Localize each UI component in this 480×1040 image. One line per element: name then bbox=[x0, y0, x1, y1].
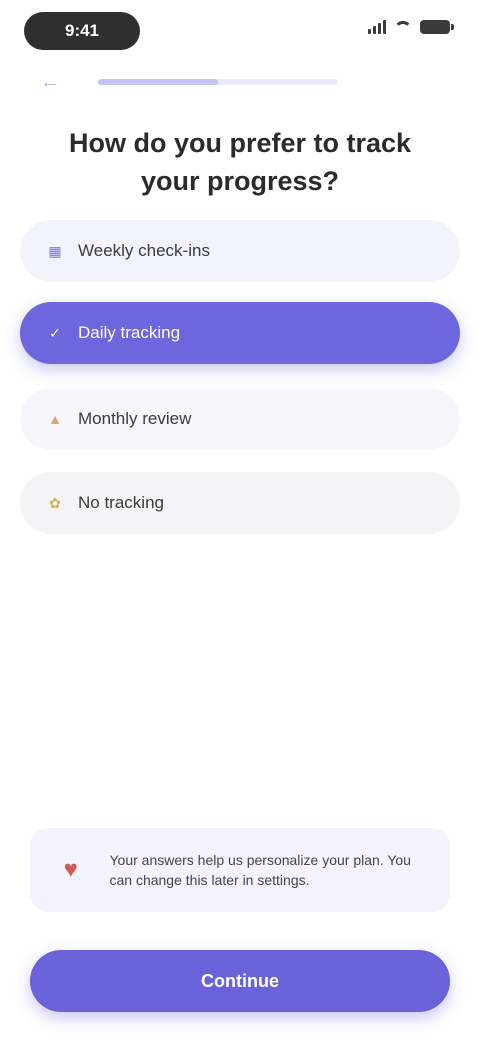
privacy-note: ♥ Your answers help us personalize your … bbox=[30, 828, 450, 912]
leaf-icon: ✿ bbox=[49, 494, 61, 511]
status-bar: 9:41 bbox=[0, 0, 480, 62]
option-daily[interactable]: ✓ Daily tracking bbox=[20, 302, 460, 364]
option-weekly[interactable]: ▦ Weekly check-ins bbox=[20, 220, 460, 282]
option-label: Monthly review bbox=[78, 409, 192, 428]
option-label: Weekly check-ins bbox=[78, 241, 210, 260]
option-monthly[interactable]: ▲ Monthly review bbox=[20, 388, 460, 450]
status-icons bbox=[368, 20, 454, 34]
onboarding-screen: 9:41 ← How do you prefer to track your p… bbox=[0, 0, 480, 1040]
progress-bar bbox=[98, 79, 338, 85]
note-text: Your answers help us personalize your pl… bbox=[109, 852, 411, 888]
check-icon: ✓ bbox=[49, 324, 61, 341]
signal-icon bbox=[368, 20, 386, 34]
option-none[interactable]: ✿ No tracking bbox=[20, 472, 460, 534]
status-time: 9:41 bbox=[24, 12, 140, 50]
chart-icon: ▲ bbox=[48, 411, 62, 427]
question-title: How do you prefer to track your progress… bbox=[68, 128, 412, 196]
option-label: No tracking bbox=[78, 493, 164, 512]
option-label: Daily tracking bbox=[78, 323, 181, 342]
wifi-icon bbox=[394, 21, 412, 33]
continue-button[interactable]: Continue bbox=[30, 950, 450, 1012]
calendar-icon: ▦ bbox=[48, 242, 62, 259]
progress-fill bbox=[98, 79, 218, 85]
progress-header: ← bbox=[40, 71, 440, 93]
heart-icon: ♥ bbox=[63, 856, 78, 883]
back-arrow-icon[interactable]: ← bbox=[40, 71, 62, 93]
battery-icon bbox=[420, 20, 454, 34]
